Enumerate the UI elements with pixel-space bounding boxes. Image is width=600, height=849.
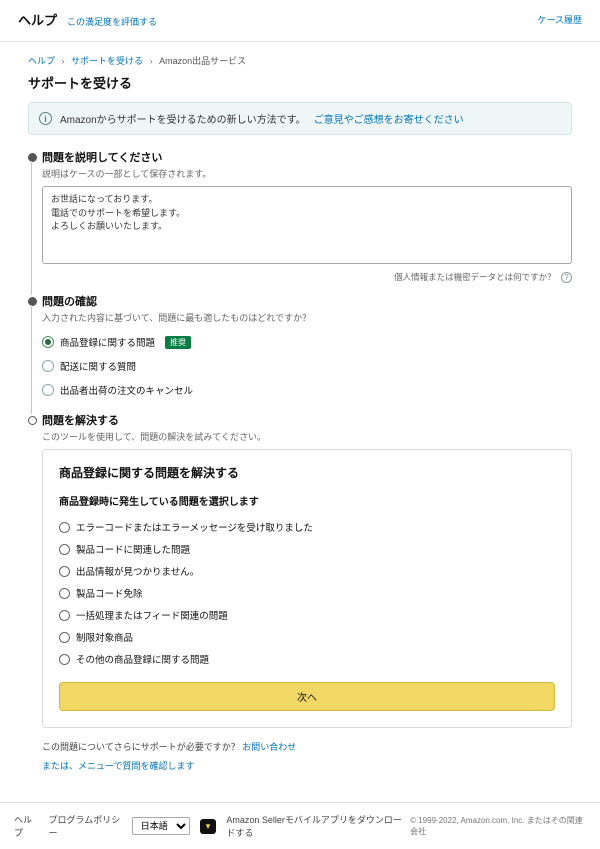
breadcrumb: ヘルプ › サポートを受ける › Amazon出品サービス [28,54,572,67]
step-resolve: 問題を解決する このツールを使用して、問題の解決を試みてください。 商品登録に関… [28,412,572,772]
confirm-option-label: 商品登録に関する問題 [60,335,155,349]
banner-feedback-link[interactable]: ご意見やご感想をお寄せください [314,111,464,126]
step2-subtitle: 入力された内容に基づいて、問題に最も適したものはどれですか？ [42,311,572,324]
page-footer: ヘルプ プログラムポリシー 日本語 ▾ Amazon Sellerモバイルアプリ… [0,802,600,849]
resolve-option[interactable]: 制限対象商品 [59,626,555,648]
confirm-option-cancel[interactable]: 出品者出荷の注文のキャンセル [42,378,572,402]
resolve-option-label: 製品コードに関連した問題 [76,542,190,556]
step-confirm: 問題の確認 入力された内容に基づいて、問題に最も適したものはどれですか？ 商品登… [28,293,572,402]
resolve-option[interactable]: 一括処理またはフィード関連の問題 [59,604,555,626]
contact-link[interactable]: お問い合わせ [242,742,296,752]
step1-subtitle: 説明はケースの一部として保存されます。 [42,167,572,180]
radio-icon [59,522,70,533]
step2-title: 問題の確認 [42,293,572,309]
resolve-option-label: 一括処理またはフィード関連の問題 [76,608,228,622]
resolve-option-label: エラーコードまたはエラーメッセージを受け取りました [76,520,313,534]
page-title: サポートを受ける [28,73,572,92]
case-history-link[interactable]: ケース履歴 [537,13,582,26]
chevron-right-icon: › [150,56,153,66]
app-download-badge[interactable]: ▾ [200,819,217,834]
chevron-right-icon: › [62,56,65,66]
app-icon: ▾ [206,821,211,832]
breadcrumb-support[interactable]: サポートを受ける [71,56,143,66]
panel-title: 商品登録に関する問題を解決する [59,464,555,481]
help-heading: ヘルプ [18,10,57,29]
resolve-option-label: 製品コード免除 [76,586,143,600]
resolve-option-label: その他の商品登録に関する問題 [76,652,209,666]
confirm-option-listing[interactable]: 商品登録に関する問題 推奨 [42,330,572,354]
step1-title: 問題を説明してください [42,149,572,165]
language-select[interactable]: 日本語 [132,817,190,835]
pii-note: 個人情報または機密データとは何ですか？ [394,272,556,282]
breadcrumb-current: Amazon出品サービス [159,56,246,66]
page-header: ヘルプ この満足度を評価する ケース履歴 [0,0,600,42]
radio-icon [42,336,54,348]
radio-icon [59,544,70,555]
radio-icon [42,384,54,396]
info-icon: i [39,112,52,125]
banner-text: Amazonからサポートを受けるための新しい方法です。 [60,111,306,126]
step3-subtitle: このツールを使用して、問題の解決を試みてください。 [42,430,572,443]
confirm-option-label: 配送に関する質問 [60,359,136,373]
confirm-option-shipping[interactable]: 配送に関する質問 [42,354,572,378]
radio-icon [59,654,70,665]
footer-policy-link[interactable]: プログラムポリシー [49,813,122,839]
app-download-text: Amazon Sellerモバイルアプリをダウンロードする [226,813,410,839]
radio-icon [42,360,54,372]
footer-help-link[interactable]: ヘルプ [14,813,39,839]
radio-icon [59,610,70,621]
copyright: © 1999-2022, Amazon.com, Inc. またはその関連会社 [410,815,586,837]
resolve-option[interactable]: エラーコードまたはエラーメッセージを受け取りました [59,516,555,538]
issue-description-input[interactable]: お世話になっております。 電話でのサポートを希望します。 よろしくお願いいたしま… [42,186,572,264]
confirm-option-label: 出品者出荷の注文のキャンセル [60,383,193,397]
radio-icon [59,588,70,599]
next-button[interactable]: 次へ [59,682,555,711]
resolve-option[interactable]: その他の商品登録に関する問題 [59,648,555,670]
resolve-panel: 商品登録に関する問題を解決する 商品登録時に発生している問題を選択します エラー… [42,449,572,728]
help-icon[interactable]: ? [561,272,572,283]
step3-title: 問題を解決する [42,412,572,428]
step-describe: 問題を説明してください 説明はケースの一部として保存されます。 お世話になってお… [28,149,572,283]
resolve-option-label: 制限対象商品 [76,630,133,644]
breadcrumb-help[interactable]: ヘルプ [28,56,55,66]
info-banner: i Amazonからサポートを受けるための新しい方法です。 ご意見やご感想をお寄… [28,102,572,135]
radio-icon [59,632,70,643]
resolve-option[interactable]: 出品情報が見つかりません。 [59,560,555,582]
recommended-badge: 推奨 [165,336,191,349]
panel-subtitle: 商品登録時に発生している問題を選択します [59,493,555,508]
resolve-option[interactable]: 製品コード免除 [59,582,555,604]
menu-check-link[interactable]: または、メニューで質問を確認します [42,759,572,772]
radio-icon [59,566,70,577]
more-support-text: この問題についてさらにサポートが必要ですか？ [42,742,240,752]
resolve-option[interactable]: 製品コードに関連した問題 [59,538,555,560]
rate-satisfaction-link[interactable]: この満足度を評価する [67,15,157,28]
resolve-option-label: 出品情報が見つかりません。 [76,564,199,578]
